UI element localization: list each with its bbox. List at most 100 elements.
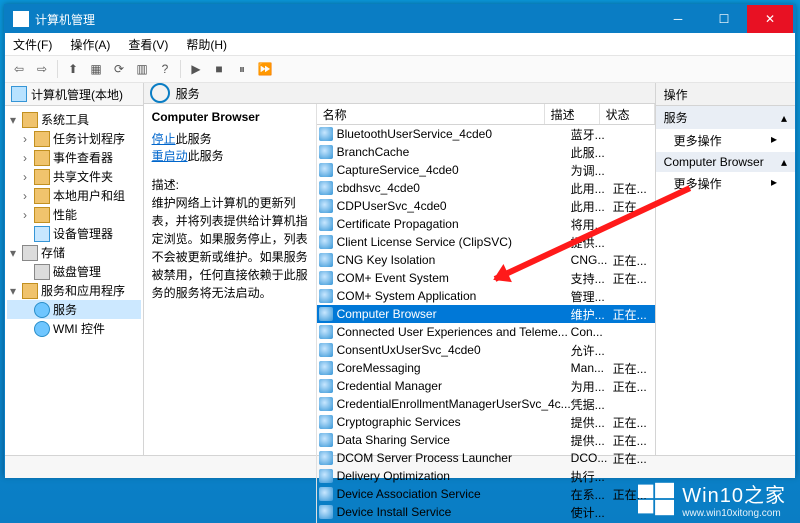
pause-icon[interactable]: ⏸ — [232, 59, 252, 79]
close-button[interactable]: ✕ — [747, 5, 793, 33]
menu-file[interactable]: 文件(F) — [9, 34, 56, 55]
tree-node[interactable]: WMI 控件 — [7, 319, 141, 338]
actions-header: 操作 — [656, 83, 795, 106]
chevron-up-icon: ▴ — [781, 155, 787, 169]
service-row[interactable]: Certificate Propagation将用... — [317, 215, 655, 233]
detail-desc-label: 描述: — [152, 178, 179, 192]
service-icon — [319, 145, 333, 159]
props-icon[interactable]: ▦ — [86, 59, 106, 79]
restart-icon[interactable]: ⏩ — [255, 59, 275, 79]
service-icon — [319, 127, 333, 141]
tree-root[interactable]: 计算机管理(本地) — [5, 83, 143, 106]
service-row[interactable]: Credential Manager为用...正在... — [317, 377, 655, 395]
nav-back-icon[interactable]: ⇦ — [9, 59, 29, 79]
watermark-url: www.win10xitong.com — [682, 508, 786, 519]
watermark-brand: Win10 — [682, 485, 744, 507]
service-row[interactable]: COM+ System Application管理... — [317, 287, 655, 305]
play-icon[interactable]: ▶ — [186, 59, 206, 79]
actions-more-services[interactable]: 更多操作 ▸ — [656, 129, 795, 152]
service-row[interactable]: CaptureService_4cde0为调... — [317, 161, 655, 179]
service-icon — [319, 289, 333, 303]
service-icon — [319, 469, 333, 483]
service-row[interactable]: Computer Browser维护...正在... — [317, 305, 655, 323]
detail-desc: 维护网络上计算机的更新列表，并将列表提供给计算机指定浏览。如果服务停止，列表不会… — [152, 196, 308, 300]
service-row[interactable]: COM+ Event System支持...正在... — [317, 269, 655, 287]
col-desc[interactable]: 描述 — [545, 104, 600, 124]
tree-node[interactable]: ▾系统工具 — [7, 110, 141, 129]
service-detail-panel: Computer Browser 停止此服务 重启动此服务 描述: 维护网络上计… — [144, 104, 317, 523]
up-icon[interactable]: ⬆ — [63, 59, 83, 79]
toolbar: ⇦ ⇨ ⬆ ▦ ⟳ ▥ ? ▶ ■ ⏸ ⏩ — [5, 56, 795, 83]
service-row[interactable]: Connected User Experiences and Teleme...… — [317, 323, 655, 341]
tree-node[interactable]: ▾服务和应用程序 — [7, 281, 141, 300]
service-row[interactable]: Cryptographic Services提供...正在... — [317, 413, 655, 431]
minimize-button[interactable]: ─ — [655, 5, 701, 33]
refresh-icon[interactable]: ⟳ — [109, 59, 129, 79]
service-row[interactable]: CredentialEnrollmentManagerUserSvc_4c...… — [317, 395, 655, 413]
tree-node[interactable]: ▾存储 — [7, 243, 141, 262]
service-icon — [319, 415, 333, 429]
service-row[interactable]: CDPUserSvc_4cde0此用...正在... — [317, 197, 655, 215]
tree-node[interactable]: 服务 — [7, 300, 141, 319]
export-icon[interactable]: ▥ — [132, 59, 152, 79]
service-icon — [319, 397, 333, 411]
services-header-label: 服务 — [176, 85, 200, 102]
tree-node[interactable]: ›共享文件夹 — [7, 167, 141, 186]
services-header: 服务 — [144, 83, 655, 104]
detail-name: Computer Browser — [152, 110, 308, 124]
tree-panel: 计算机管理(本地) ▾系统工具›任务计划程序›事件查看器›共享文件夹›本地用户和… — [5, 83, 144, 455]
actions-panel: 操作 服务 ▴ 更多操作 ▸ Computer Browser ▴ 更多操作 ▸ — [656, 83, 795, 455]
service-icon — [319, 235, 333, 249]
toolbar-sep — [57, 60, 58, 78]
tree-node[interactable]: ›事件查看器 — [7, 148, 141, 167]
stop-service-link[interactable]: 停止 — [152, 132, 176, 146]
service-row[interactable]: DCOM Server Process LauncherDCO...正在... — [317, 449, 655, 467]
computer-icon — [11, 86, 27, 102]
service-row[interactable]: CoreMessagingMan...正在... — [317, 359, 655, 377]
service-icon — [319, 361, 333, 375]
tree-node[interactable]: 磁盘管理 — [7, 262, 141, 281]
tree-node[interactable]: ›性能 — [7, 205, 141, 224]
service-row[interactable]: cbdhsvc_4cde0此用...正在... — [317, 179, 655, 197]
service-icon — [319, 307, 333, 321]
tree-node[interactable]: ›本地用户和组 — [7, 186, 141, 205]
service-row[interactable]: Data Sharing Service提供...正在... — [317, 431, 655, 449]
service-row[interactable]: BranchCache此服... — [317, 143, 655, 161]
col-name[interactable]: 名称 — [317, 104, 545, 124]
service-icon — [319, 343, 333, 357]
service-icon — [319, 181, 333, 195]
service-icon — [319, 217, 333, 231]
stop-icon[interactable]: ■ — [209, 59, 229, 79]
tree-node[interactable]: 设备管理器 — [7, 224, 141, 243]
menu-help[interactable]: 帮助(H) — [182, 34, 231, 55]
refresh-icon[interactable] — [150, 83, 170, 103]
service-icon — [319, 253, 333, 267]
service-icon — [319, 451, 333, 465]
toolbar-sep — [180, 60, 181, 78]
service-icon — [319, 379, 333, 393]
service-icon — [319, 325, 333, 339]
service-icon — [319, 505, 333, 519]
actions-more-cb[interactable]: 更多操作 ▸ — [656, 172, 795, 195]
service-row[interactable]: Device Install Service使计... — [317, 503, 655, 521]
maximize-button[interactable]: ☐ — [701, 5, 747, 33]
service-icon — [319, 271, 333, 285]
help-icon[interactable]: ? — [155, 59, 175, 79]
restart-service-link[interactable]: 重启动 — [152, 149, 188, 163]
menu-action[interactable]: 操作(A) — [66, 34, 114, 55]
service-list[interactable]: BluetoothUserService_4cde0蓝牙...BranchCac… — [317, 125, 655, 523]
actions-section-services[interactable]: 服务 ▴ — [656, 106, 795, 129]
nav-fwd-icon[interactable]: ⇨ — [32, 59, 52, 79]
menubar: 文件(F) 操作(A) 查看(V) 帮助(H) — [5, 33, 795, 56]
service-row[interactable]: Delivery Optimization执行... — [317, 467, 655, 485]
tree-root-label: 计算机管理(本地) — [31, 86, 123, 103]
service-row[interactable]: Device Association Service在系...正在... — [317, 485, 655, 503]
service-row[interactable]: CNG Key IsolationCNG...正在... — [317, 251, 655, 269]
actions-section-computer-browser[interactable]: Computer Browser ▴ — [656, 152, 795, 172]
service-row[interactable]: BluetoothUserService_4cde0蓝牙... — [317, 125, 655, 143]
service-row[interactable]: Client License Service (ClipSVC)提供... — [317, 233, 655, 251]
col-status[interactable]: 状态 — [600, 104, 655, 124]
menu-view[interactable]: 查看(V) — [124, 34, 172, 55]
tree-node[interactable]: ›任务计划程序 — [7, 129, 141, 148]
service-row[interactable]: ConsentUxUserSvc_4cde0允许... — [317, 341, 655, 359]
